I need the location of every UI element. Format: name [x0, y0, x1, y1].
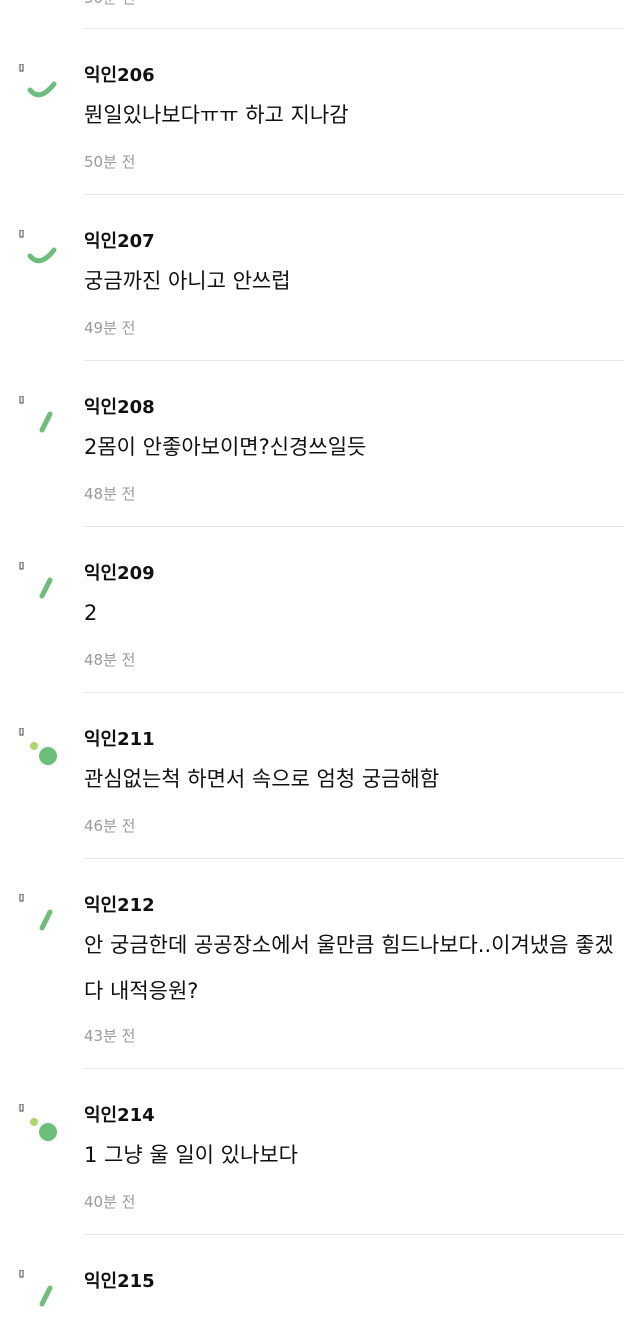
comment-text: 뭔일있나보다ㅠㅠ 하고 지나감 [84, 103, 349, 127]
arc-icon [19, 230, 57, 264]
comment-author[interactable]: 익인211 [84, 728, 155, 752]
comment-time: 50분 전 [84, 153, 136, 171]
dots-icon [19, 728, 57, 765]
divider [84, 858, 624, 859]
avatar[interactable] [18, 1104, 66, 1152]
comment-text: 2몸이 안좋아보이면?신경쓰일듯 [84, 435, 367, 459]
avatar[interactable] [18, 894, 66, 942]
divider [84, 360, 624, 361]
comment-author[interactable]: 익인206 [84, 64, 155, 88]
comment-time: 46분 전 [84, 817, 136, 835]
comment-author[interactable]: 익인212 [84, 894, 155, 918]
arc-icon [19, 64, 57, 98]
avatar[interactable] [18, 728, 66, 776]
comment-time: 50분 전 [84, 0, 135, 8]
divider [84, 1068, 624, 1069]
divider [84, 692, 624, 693]
slash-icon [19, 562, 53, 599]
slash-icon [19, 1270, 53, 1307]
comment-time: 48분 전 [84, 651, 136, 669]
comment-author[interactable]: 익인215 [84, 1270, 155, 1294]
comment-time: 49분 전 [84, 319, 136, 337]
slash-icon [19, 894, 53, 931]
comment-text: 1 그냥 울 일이 있나보다 [84, 1143, 298, 1167]
comment-text: 궁금까진 아니고 안쓰럽 [84, 269, 291, 293]
slash-icon [19, 396, 53, 433]
divider [84, 28, 624, 29]
comment-text: 관심없는척 하면서 속으로 엄청 궁금해함 [84, 767, 440, 791]
avatar[interactable] [18, 230, 66, 278]
comment-text: 안 궁금한데 공공장소에서 울만큼 힘드나보다..이겨냈음 좋겠다 내적응원? [84, 933, 614, 1003]
divider [84, 194, 624, 195]
comment-author[interactable]: 익인207 [84, 230, 155, 254]
dots-icon [19, 1104, 57, 1141]
divider [84, 1234, 624, 1235]
comment-author[interactable]: 익인208 [84, 396, 155, 420]
avatar[interactable] [18, 562, 66, 610]
divider [84, 526, 624, 527]
comment-time: 40분 전 [84, 1193, 136, 1211]
avatar[interactable] [18, 64, 66, 112]
comment-time: 48분 전 [84, 485, 136, 503]
comment-text: 2 [84, 601, 98, 625]
avatar[interactable] [18, 396, 66, 444]
comment-time: 43분 전 [84, 1027, 136, 1045]
comment-author[interactable]: 익인209 [84, 562, 155, 586]
comment-author[interactable]: 익인214 [84, 1104, 155, 1128]
avatar[interactable] [18, 1270, 66, 1318]
